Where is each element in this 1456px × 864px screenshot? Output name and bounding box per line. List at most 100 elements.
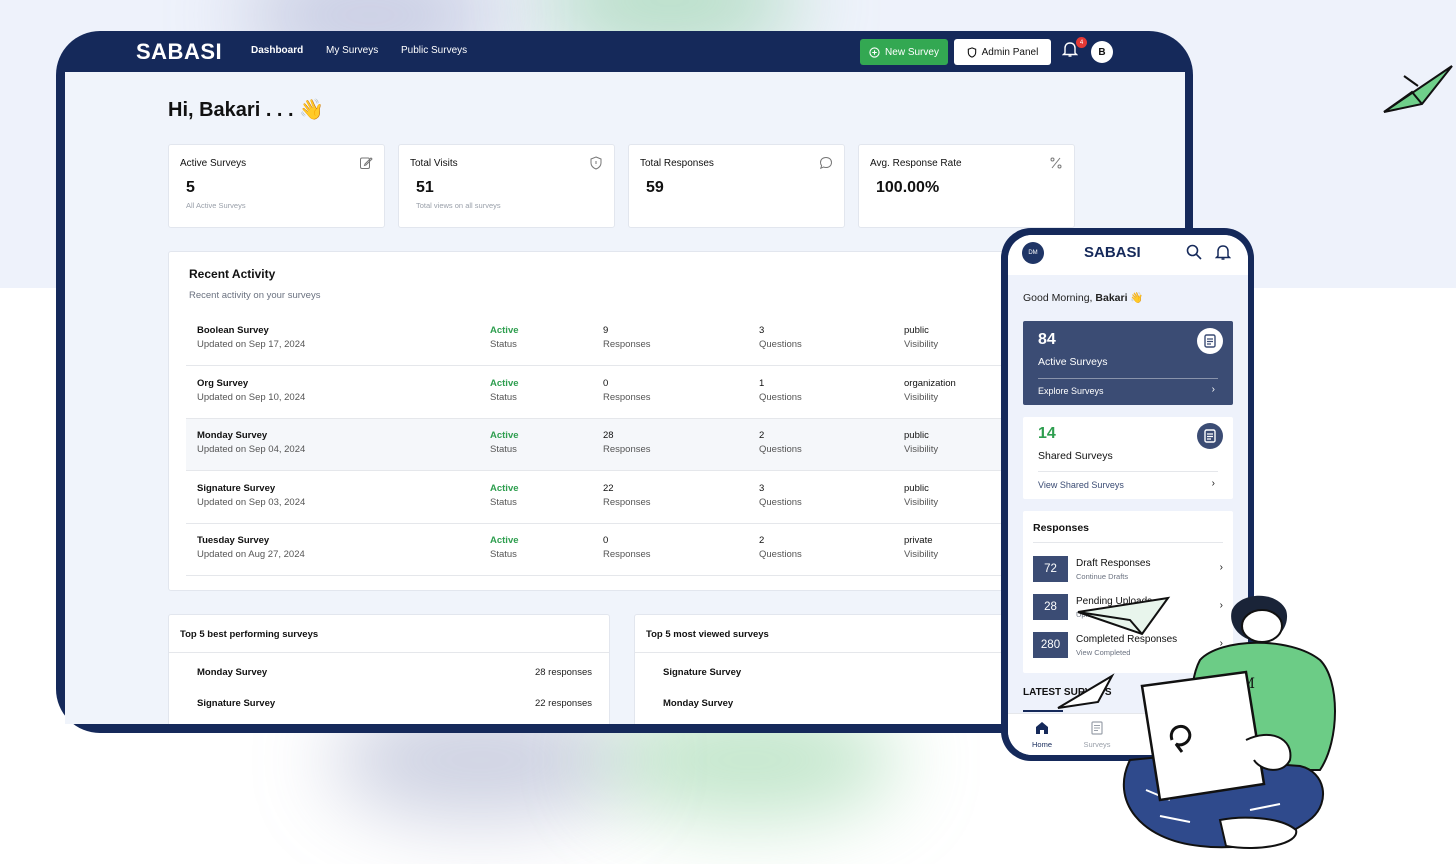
top-navbar: SABASI Dashboard My Surveys Public Surve… [56,31,1193,72]
new-survey-button[interactable]: New Survey [860,39,948,65]
cell-name: Signature Survey Updated on Sep 03, 2024 [197,482,305,510]
user-avatar[interactable]: B [1091,41,1113,63]
list-item-name[interactable]: Monday Survey [197,667,267,678]
table-row[interactable]: Boolean Survey Updated on Sep 17, 2024 Act… [186,314,1049,366]
cell-status-caption: Status [490,444,517,455]
percent-icon [1050,157,1062,169]
bell-icon[interactable] [1215,243,1231,261]
card-value: 14 [1038,425,1056,442]
card-label: Shared Surveys [1038,450,1113,462]
cell-responses-caption: Responses [603,444,651,455]
chevron-right-icon: › [1219,562,1223,573]
response-item-draft[interactable]: 72 Draft Responses Continue Drafts › [1033,556,1223,584]
cell-name: Monday Survey Updated on Sep 04, 2024 [197,429,305,457]
view-shared-surveys-link[interactable]: View Shared Surveys [1038,480,1124,490]
stat-subtext: Total views on all surveys [416,201,501,210]
cell-visibility: private Visibility [904,534,938,562]
cell-visibility-caption: Visibility [904,444,939,455]
cell-status-caption: Status [490,496,517,508]
page-greeting: Hi, Bakari . . . 👋 [168,99,325,121]
cell-visibility-value: public [904,482,929,494]
cell-name-value[interactable]: Org Survey [197,377,305,391]
cell-name-value[interactable]: Boolean Survey [197,324,305,338]
cell-visibility-value: organization [904,377,956,389]
chevron-right-icon: › [1211,478,1215,489]
search-icon[interactable] [1186,244,1202,260]
cell-name-caption: Updated on Sep 17, 2024 [197,339,306,350]
admin-panel-button[interactable]: Admin Panel [954,39,1051,65]
cell-visibility-caption: Visibility [904,496,939,508]
mobile-header: DM SABASI [1008,235,1248,275]
nav-my-surveys[interactable]: My Surveys [326,45,378,56]
list-item-name[interactable]: Monday Survey [663,698,733,709]
cell-questions-value: 1 [759,377,765,389]
cell-questions: 3 Questions [759,324,802,352]
greeting-name: Bakari [1095,292,1128,304]
cell-questions-caption: Questions [759,549,802,560]
list-item-count: 22 responses [534,698,592,709]
cell-questions-caption: Questions [759,496,802,508]
shared-surveys-card[interactable]: 14 Shared Surveys View Shared Surveys › [1023,417,1233,499]
nav-public-surveys[interactable]: Public Surveys [401,45,467,56]
cell-responses: 22 Responses [603,482,651,510]
cell-responses: 9 Responses [603,324,651,352]
cell-name-value[interactable]: Monday Survey [197,429,305,443]
table-row[interactable]: Org Survey Updated on Sep 10, 2024 Active S… [186,367,1049,419]
plus-circle-icon [869,46,880,58]
cell-status-value: Active [490,482,519,494]
cell-name: Boolean Survey Updated on Sep 17, 2024 [197,324,305,352]
stat-card-total-responses: Total Responses 59 [628,144,845,228]
cell-responses-caption: Responses [603,549,651,560]
cell-responses: 0 Responses [603,377,651,405]
response-item-label: Draft Responses [1076,558,1151,569]
cell-questions-value: 2 [759,535,765,546]
clipboard-icon [1197,328,1223,354]
nav-dashboard[interactable]: Dashboard [251,45,303,56]
list-item-name[interactable]: Signature Survey [663,667,741,678]
cell-questions-value: 3 [759,482,765,494]
cell-responses-value: 9 [603,325,609,336]
explore-surveys-link[interactable]: Explore Surveys [1038,386,1104,396]
active-surveys-card[interactable]: 84 Active Surveys Explore Surveys › [1023,321,1233,405]
app-logo[interactable]: SABASI [136,39,222,65]
section-title: Recent Activity [189,267,276,281]
cell-questions: 3 Questions [759,482,802,510]
divider [635,652,1047,653]
cell-visibility-value: public [904,430,929,441]
cell-questions: 2 Questions [759,429,802,457]
notification-badge: 4 [1076,37,1087,48]
cell-visibility: public Visibility [904,482,938,510]
cell-responses-caption: Responses [603,391,651,403]
stat-card-total-visits: Total Visits 51 Total views on all surve… [398,144,615,228]
cell-responses-caption: Responses [603,496,651,508]
cell-status: Active Status [490,377,519,405]
mobile-avatar[interactable]: DM [1022,242,1044,264]
table-row[interactable]: Signature Survey Updated on Sep 03, 2024 A… [186,472,1049,524]
paper-plane-illustration [1383,65,1453,113]
cell-visibility-caption: Visibility [904,391,939,403]
cell-name: Tuesday Survey Updated on Aug 27, 2024 [197,534,305,562]
divider [1038,471,1218,472]
stat-card-response-rate: Avg. Response Rate 100.00% [858,144,1075,228]
stat-label: Total Responses [640,158,714,169]
cell-status: Active Status [490,429,519,457]
cell-questions-value: 2 [759,430,765,441]
new-survey-label: New Survey [885,46,939,58]
chevron-right-icon: › [1211,384,1215,395]
shield-icon [590,156,602,170]
cell-questions: 2 Questions [759,534,802,562]
cell-questions: 1 Questions [759,377,802,405]
table-row[interactable]: Monday Survey Updated on Sep 04, 2024 Acti… [186,419,1049,471]
panel-title: Top 5 best performing surveys [180,629,319,640]
greeting-prefix: Good Morning, [1023,292,1093,304]
cell-name-value[interactable]: Tuesday Survey [197,534,305,548]
stat-label: Total Visits [410,158,458,169]
section-subtitle: Recent activity on your surveys [189,290,321,301]
divider [1038,378,1218,379]
cell-name-value[interactable]: Signature Survey [197,482,305,496]
cell-status-caption: Status [490,339,517,350]
table-row[interactable]: Tuesday Survey Updated on Aug 27, 2024 Act… [186,524,1049,576]
mobile-greeting: Good Morning, Bakari 👋 [1023,291,1144,304]
list-item-name[interactable]: Signature Survey [197,698,275,709]
cell-responses-value: 0 [603,535,609,546]
